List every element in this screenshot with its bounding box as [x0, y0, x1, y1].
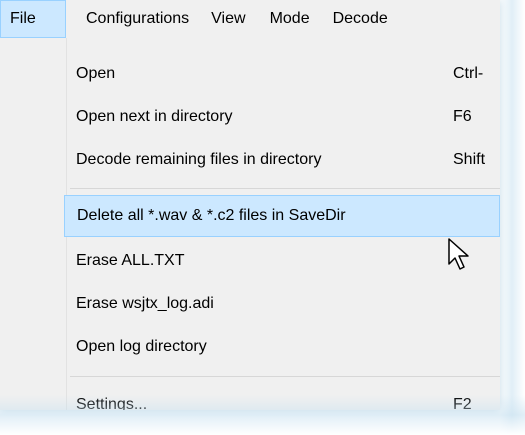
menu-item-label: Open log directory: [76, 338, 207, 355]
menu-file[interactable]: File: [0, 0, 66, 38]
menu-item-label: Open next in directory: [76, 108, 233, 125]
file-menu-dropdown: Open Ctrl- Open next in directory F6 Dec…: [0, 38, 500, 410]
menu-item-label: Delete all *.wav & *.c2 files in SaveDir: [77, 207, 346, 224]
menu-item-label: Erase wsjtx_log.adi: [76, 295, 214, 312]
arrow-cursor-icon: [448, 238, 469, 270]
menu-item-delete-wav-c2-files[interactable]: Delete all *.wav & *.c2 files in SaveDir: [64, 195, 500, 237]
menu-item-erase-wsjtx-log[interactable]: Erase wsjtx_log.adi: [66, 283, 500, 325]
menu-item-label: Erase ALL.TXT: [76, 252, 185, 269]
menu-decode[interactable]: Decode: [333, 0, 388, 38]
menu-item-shortcut: Shift: [453, 151, 486, 168]
menu-item-open-log-directory[interactable]: Open log directory: [66, 326, 500, 368]
menu-configurations[interactable]: Configurations: [86, 0, 189, 38]
menu-view[interactable]: View: [211, 0, 245, 38]
menu-item-label: Decode remaining files in directory: [76, 151, 322, 168]
menu-item-erase-all-txt[interactable]: Erase ALL.TXT: [66, 240, 500, 282]
menu-item-shortcut: Ctrl-: [453, 65, 484, 82]
menu-separator: [70, 188, 500, 189]
menu-item-label: Settings...: [76, 396, 148, 410]
menu-item-decode-remaining-files[interactable]: Decode remaining files in directory Shif…: [66, 139, 500, 181]
menu-item-open-next-in-directory[interactable]: Open next in directory F6: [66, 96, 500, 138]
menu-separator: [70, 376, 500, 377]
menu-item-shortcut: F6: [453, 108, 472, 125]
menu-item-shortcut: F2: [453, 396, 472, 410]
menu-item-open[interactable]: Open Ctrl-: [66, 53, 500, 95]
menu-mode[interactable]: Mode: [270, 0, 310, 38]
menu-item-settings[interactable]: Settings... F2: [66, 384, 500, 410]
menu-item-label: Open: [76, 65, 116, 82]
menu-bar: File Configurations View Mode Decode: [0, 0, 500, 38]
application-window: File Configurations View Mode Decode Ope…: [0, 0, 500, 410]
